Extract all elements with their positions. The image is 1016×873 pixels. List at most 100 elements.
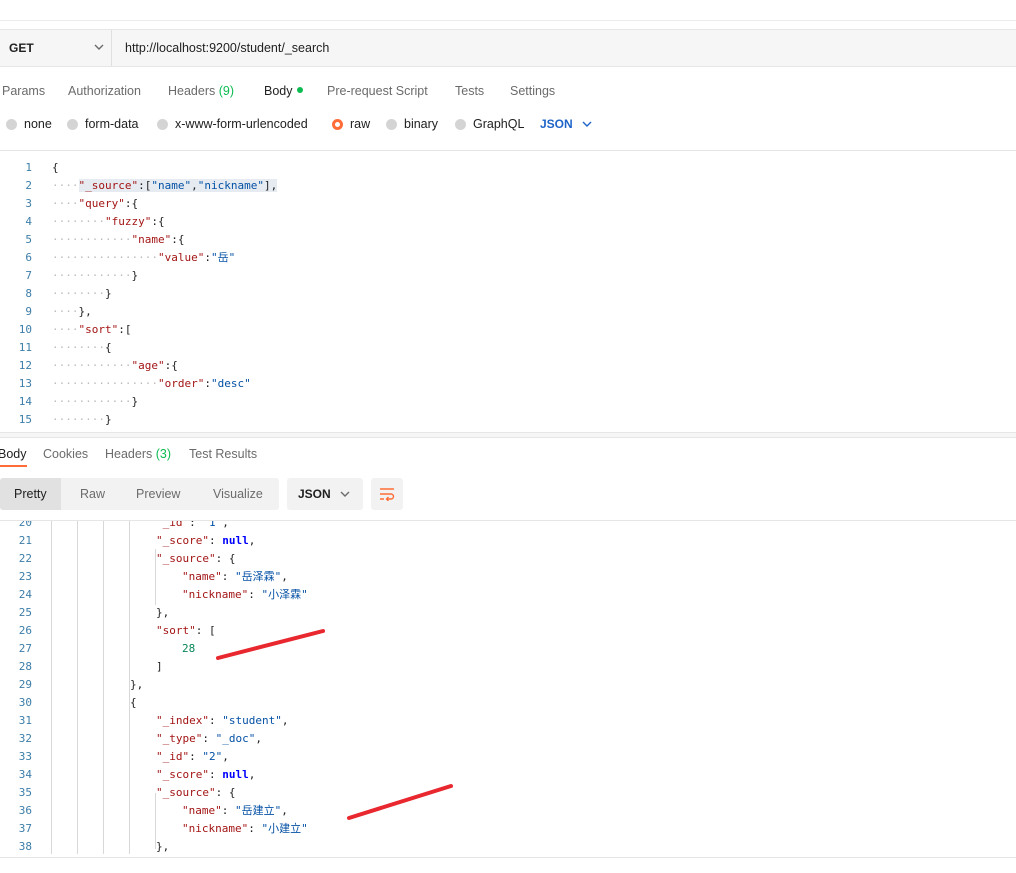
- line-number: 28: [18, 660, 32, 673]
- line-number: 15: [18, 413, 32, 426]
- line-number: 9: [25, 305, 32, 318]
- code-line: 23 "name": "岳泽霖",: [0, 568, 1016, 586]
- code-line: 13 ················"order":"desc": [0, 375, 1016, 393]
- response-body-viewer[interactable]: 20 "_id": "1", 21 "_score": null, 22 "_source…: [0, 520, 1016, 854]
- body-type-form-data[interactable]: form-data: [67, 117, 139, 131]
- body-type-none[interactable]: none: [6, 117, 52, 131]
- tab-test-results[interactable]: Test Results: [189, 447, 257, 461]
- body-type-label: form-data: [85, 117, 139, 131]
- chevron-down-icon: [582, 121, 592, 127]
- code-text: "_index": "student",: [156, 714, 289, 727]
- code-line: 14 ············}: [0, 393, 1016, 411]
- code-line: 5 ············"name":{: [0, 231, 1016, 249]
- code-line: 36 "name": "岳建立",: [0, 802, 1016, 820]
- line-number: 34: [18, 768, 32, 781]
- body-type-urlencoded[interactable]: x-www-form-urlencoded: [157, 117, 308, 131]
- indent-guide: ········: [52, 215, 105, 228]
- tab-headers[interactable]: Headers (9): [168, 84, 234, 98]
- code-line: 26 "sort": [: [0, 622, 1016, 640]
- raw-format-label: JSON: [540, 117, 573, 131]
- footer-divider: [0, 857, 1016, 858]
- indent-guide: ········: [52, 413, 105, 426]
- tab-tests[interactable]: Tests: [455, 84, 484, 98]
- radio-icon: [67, 118, 78, 130]
- tab-response-body[interactable]: Body: [0, 447, 27, 467]
- code-text: ····"query":{: [52, 197, 139, 210]
- line-number: 24: [18, 588, 32, 601]
- code-line: 29},: [0, 676, 1016, 694]
- tab-headers-label: Headers: [168, 84, 216, 98]
- body-type-binary[interactable]: binary: [386, 117, 438, 131]
- response-format-select[interactable]: JSON: [287, 478, 363, 510]
- indent-guide: ············: [52, 359, 132, 372]
- line-number: 8: [25, 287, 32, 300]
- code-line: 37 "nickname": "小建立": [0, 820, 1016, 838]
- method-select[interactable]: GET: [0, 30, 111, 66]
- line-number: 2: [25, 179, 32, 192]
- request-body-editor[interactable]: 1{2 ····"_source":["name","nickname"], 3 ··…: [0, 150, 1016, 432]
- code-text: "name": "岳建立",: [182, 804, 288, 817]
- indent-guide: ····: [52, 305, 79, 318]
- body-type-label: binary: [404, 117, 439, 131]
- indent-guide: ············: [52, 395, 132, 408]
- code-text: "_source": {: [156, 552, 236, 565]
- tab-params[interactable]: Params: [2, 84, 45, 98]
- code-line: 28]: [0, 658, 1016, 676]
- line-number: 32: [18, 732, 32, 745]
- tab-body-label: Body: [264, 84, 293, 98]
- line-number: 5: [25, 233, 32, 246]
- pane-splitter[interactable]: [0, 432, 1016, 438]
- code-line: 2 ····"_source":["name","nickname"],: [0, 177, 1016, 195]
- code-line: 35 "_source": {: [0, 784, 1016, 802]
- code-text: "nickname": "小建立": [182, 822, 308, 835]
- wrap-lines-button[interactable]: [371, 478, 403, 510]
- line-number: 38: [18, 840, 32, 853]
- tab-response-headers-label: Headers: [105, 447, 153, 461]
- code-line: 32 "_type": "_doc",: [0, 730, 1016, 748]
- code-text: ········}: [52, 413, 112, 426]
- line-number: 26: [18, 624, 32, 637]
- raw-format-select[interactable]: JSON: [540, 117, 593, 131]
- response-format-label: JSON: [298, 487, 331, 501]
- line-number: 3: [25, 197, 32, 210]
- indent-guide: ····: [52, 323, 79, 336]
- line-number: 31: [18, 714, 32, 727]
- top-strip: [0, 0, 1016, 21]
- tab-response-headers[interactable]: Headers (3): [105, 447, 171, 461]
- code-text: ················"value":"岳": [52, 251, 236, 264]
- radio-icon: [157, 118, 168, 130]
- view-pretty[interactable]: Pretty: [0, 478, 61, 510]
- code-text: ····},: [52, 305, 92, 318]
- tab-settings[interactable]: Settings: [510, 84, 555, 98]
- view-preview[interactable]: Preview: [136, 478, 180, 510]
- line-number: 21: [18, 534, 32, 547]
- code-text: ············"name":{: [52, 233, 185, 246]
- code-line: 30 {: [0, 694, 1016, 712]
- code-line: 3 ····"query":{: [0, 195, 1016, 213]
- line-number: 35: [18, 786, 32, 799]
- indent-guide: ········: [52, 287, 105, 300]
- view-raw[interactable]: Raw: [80, 478, 105, 510]
- tab-pre-request-script[interactable]: Pre-request Script: [327, 84, 428, 98]
- code-text: },: [156, 840, 170, 853]
- code-text: ····"sort":[: [52, 323, 132, 336]
- body-type-raw[interactable]: raw: [332, 117, 370, 131]
- tab-authorization[interactable]: Authorization: [68, 84, 141, 98]
- radio-icon: [386, 118, 397, 130]
- code-line: 10 ····"sort":[: [0, 321, 1016, 339]
- line-number: 10: [18, 323, 32, 336]
- tab-cookies[interactable]: Cookies: [43, 447, 88, 461]
- radio-icon: [455, 118, 466, 130]
- code-line: 31 "_index": "student",: [0, 712, 1016, 730]
- indent-guide: ····: [52, 179, 79, 192]
- url-input[interactable]: http://localhost:9200/student/_search: [125, 30, 329, 66]
- body-type-graphql[interactable]: GraphQL: [455, 117, 524, 131]
- line-number: 11: [18, 341, 32, 354]
- body-type-label: GraphQL: [473, 117, 525, 131]
- view-visualize[interactable]: Visualize: [213, 478, 263, 510]
- code-text: "_score": null,: [156, 534, 256, 547]
- tab-body[interactable]: Body: [264, 84, 303, 98]
- line-number: 14: [18, 395, 32, 408]
- body-type-label: x-www-form-urlencoded: [175, 117, 308, 131]
- chevron-down-icon: [340, 491, 350, 497]
